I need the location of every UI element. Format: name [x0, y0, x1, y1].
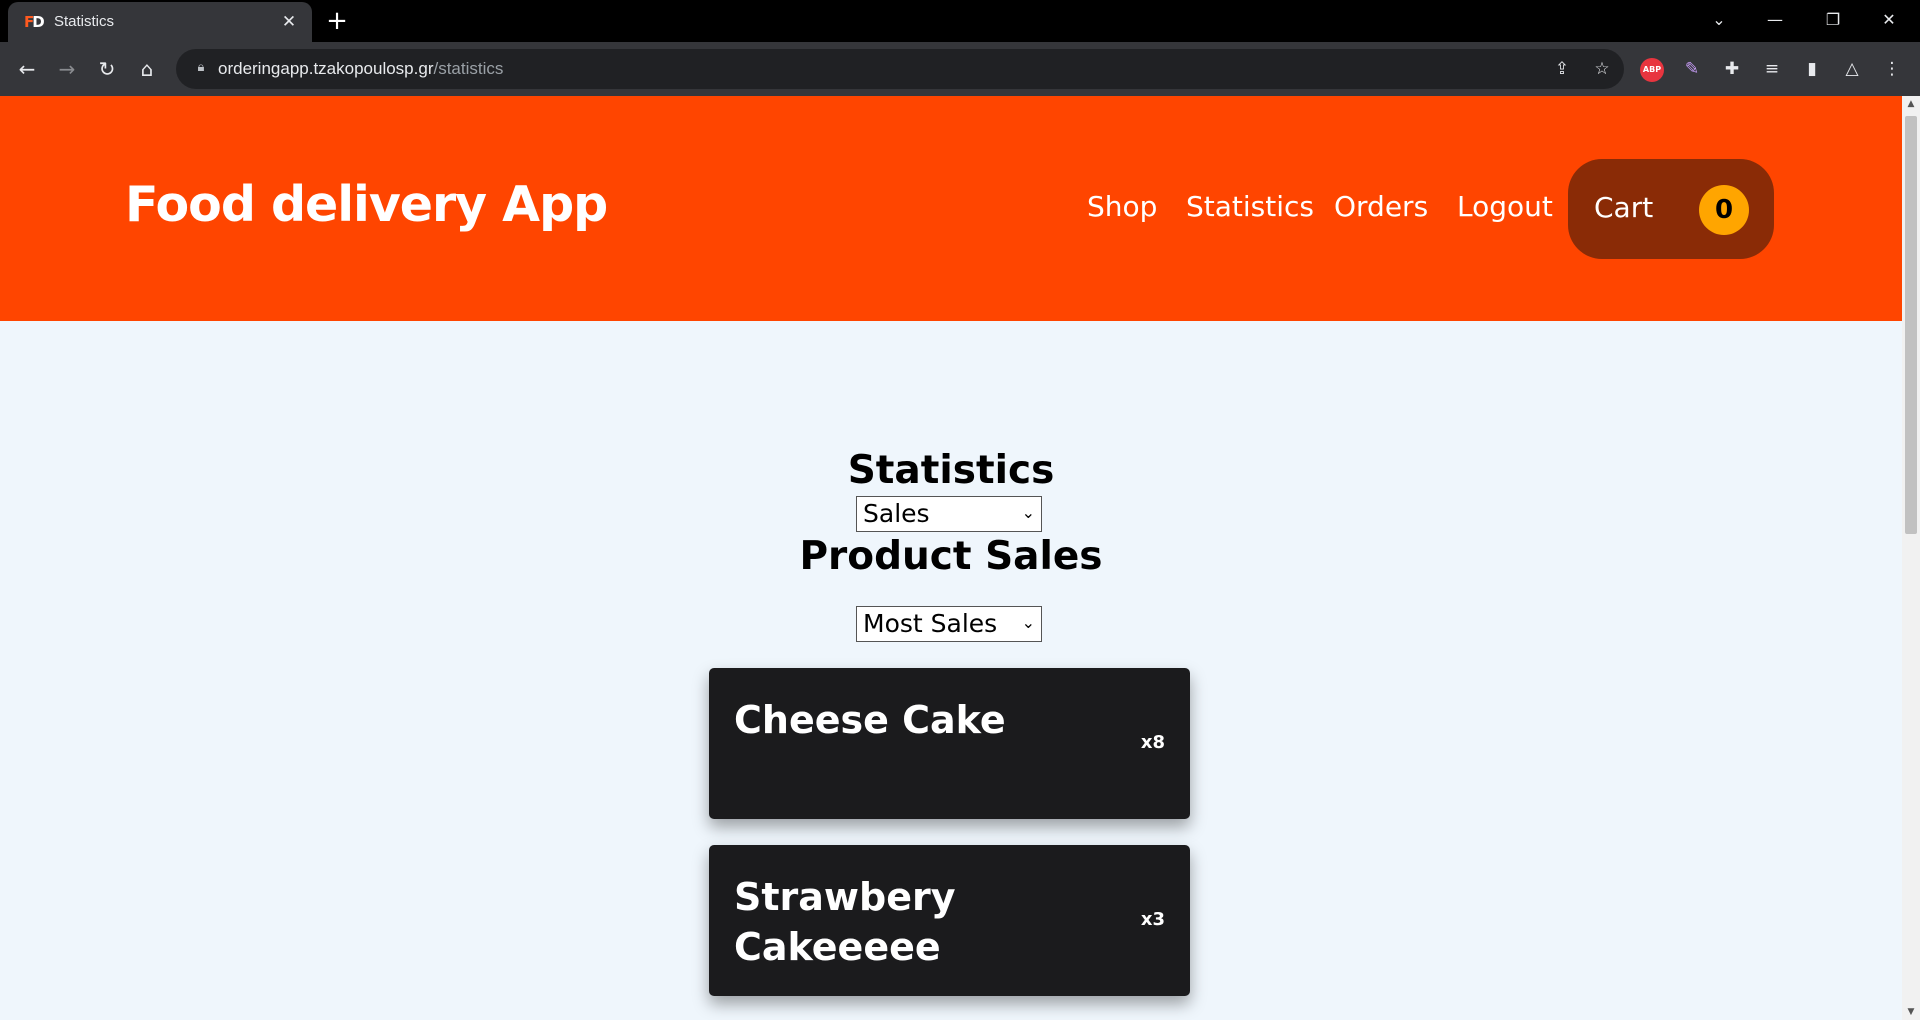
close-window-icon[interactable]: ✕: [1866, 6, 1912, 34]
statistic-type-value: Sales: [863, 499, 930, 528]
sort-select[interactable]: Most Sales ⌄: [856, 606, 1042, 642]
triangle-extension-icon[interactable]: △: [1838, 55, 1866, 83]
scroll-up-arrow-icon[interactable]: ▲: [1902, 96, 1920, 112]
home-icon[interactable]: ⌂: [132, 54, 162, 84]
browser-tab[interactable]: FD Statistics ✕: [8, 2, 312, 42]
adblock-extension-icon[interactable]: ABP: [1640, 58, 1664, 82]
reload-icon[interactable]: ↻: [92, 54, 122, 84]
brand-title[interactable]: Food delivery App: [125, 176, 608, 233]
tab-search-icon[interactable]: ⌄: [1696, 6, 1742, 34]
share-icon[interactable]: ⇪: [1550, 58, 1574, 80]
nav-statistics[interactable]: Statistics: [1186, 190, 1314, 223]
cart-label: Cart: [1594, 191, 1654, 224]
cart-count-badge: 0: [1699, 185, 1749, 235]
page-viewport: Food delivery App Shop Statistics Orders…: [0, 96, 1902, 1020]
minimize-icon[interactable]: —: [1752, 6, 1798, 34]
product-name: Strawbery Cakeeeee: [734, 875, 956, 969]
chevron-down-icon: ⌄: [1021, 613, 1035, 632]
forward-icon[interactable]: →: [52, 54, 82, 84]
product-sales-card: Cheese Cake x8: [709, 668, 1190, 819]
lock-icon[interactable]: 🔒︎: [192, 59, 210, 77]
page-title: Statistics: [847, 448, 1055, 493]
tab-title: Statistics: [54, 13, 115, 30]
bookmark-star-icon[interactable]: ☆: [1590, 58, 1614, 80]
nav-logout[interactable]: Logout: [1457, 190, 1553, 223]
feather-extension-icon[interactable]: ✎: [1678, 55, 1706, 83]
nav-orders[interactable]: Orders: [1334, 190, 1428, 223]
back-icon[interactable]: ←: [12, 54, 42, 84]
scroll-down-arrow-icon[interactable]: ▼: [1902, 1004, 1920, 1020]
statistic-type-select[interactable]: Sales ⌄: [856, 496, 1042, 532]
extensions-puzzle-icon[interactable]: ✚: [1718, 55, 1746, 83]
nav-shop[interactable]: Shop: [1087, 190, 1157, 223]
section-title: Product Sales: [799, 534, 1103, 579]
url-text: orderingapp.tzakopoulosp.gr/statistics: [218, 59, 504, 78]
address-bar[interactable]: 🔒︎ orderingapp.tzakopoulosp.gr/statistic…: [176, 49, 1624, 89]
restore-icon[interactable]: ❐: [1810, 6, 1856, 34]
side-panel-icon[interactable]: ▮: [1798, 55, 1826, 83]
new-tab-icon[interactable]: +: [322, 7, 352, 37]
chevron-down-icon: ⌄: [1021, 503, 1035, 522]
menu-kebab-icon[interactable]: ⋮: [1878, 55, 1906, 83]
app-header: Food delivery App Shop Statistics Orders…: [0, 96, 1902, 321]
browser-tab-strip: FD Statistics ✕ + ⌄ — ❐ ✕: [0, 0, 1920, 42]
product-name: Cheese Cake: [734, 698, 1006, 742]
browser-toolbar: ← → ↻ ⌂ 🔒︎ orderingapp.tzakopoulosp.gr/s…: [0, 42, 1920, 96]
scroll-thumb[interactable]: [1905, 116, 1917, 534]
product-quantity: x3: [1140, 909, 1165, 930]
favicon-icon: FD: [24, 13, 45, 31]
product-quantity: x8: [1140, 732, 1165, 753]
sort-value: Most Sales: [863, 609, 998, 638]
media-queue-icon[interactable]: ≡: [1758, 55, 1786, 83]
cart-button[interactable]: Cart 0: [1568, 159, 1774, 259]
close-tab-icon[interactable]: ✕: [278, 11, 300, 33]
product-sales-card: Strawbery Cakeeeee x3: [709, 845, 1190, 996]
page-scrollbar[interactable]: ▲ ▼: [1902, 96, 1920, 1020]
